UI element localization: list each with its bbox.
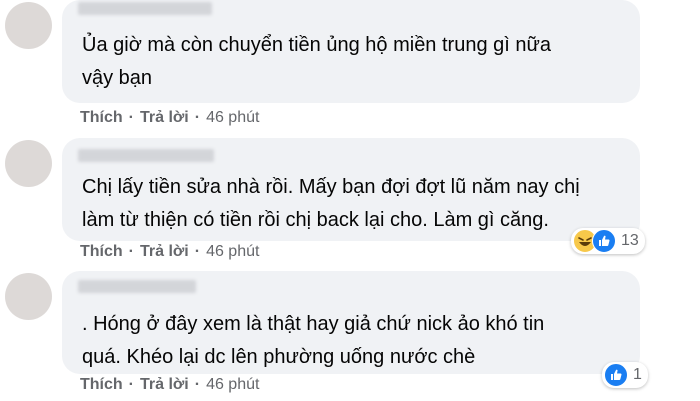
avatar[interactable] bbox=[5, 140, 52, 187]
reaction-summary[interactable]: 13 bbox=[571, 228, 645, 254]
separator: · bbox=[194, 376, 201, 393]
comment-bubble: . Hóng ở đây xem là thật hay giả chứ nic… bbox=[62, 271, 640, 374]
reply-action[interactable]: Trả lời bbox=[140, 243, 189, 261]
comment-text: Ủa giờ mà còn chuyển tiền ủng hộ miền tr… bbox=[82, 34, 552, 89]
comment-text: . Hóng ở đây xem là thật hay giả chứ nic… bbox=[82, 313, 545, 368]
separator: · bbox=[128, 109, 134, 126]
comment-actions: Thích · Trả lời · 46 phút bbox=[80, 243, 259, 261]
comment-bubble: Ủa giờ mà còn chuyển tiền ủng hộ miền tr… bbox=[62, 0, 640, 103]
reply-action[interactable]: Trả lời bbox=[140, 376, 189, 394]
reaction-count: 13 bbox=[621, 232, 639, 249]
reaction-count: 1 bbox=[633, 366, 642, 383]
comment-timestamp[interactable]: 46 phút bbox=[206, 243, 259, 261]
comment-timestamp[interactable]: 46 phút bbox=[206, 376, 259, 394]
like-icon bbox=[604, 363, 628, 387]
author-name-blurred[interactable] bbox=[78, 280, 196, 293]
avatar[interactable] bbox=[5, 273, 52, 320]
avatar[interactable] bbox=[5, 2, 52, 49]
like-icon bbox=[592, 229, 616, 253]
separator: · bbox=[128, 376, 134, 393]
comment-actions: Thích · Trả lời · 46 phút bbox=[80, 109, 259, 127]
comment-timestamp[interactable]: 46 phút bbox=[206, 109, 259, 127]
separator: · bbox=[128, 243, 134, 260]
like-action[interactable]: Thích bbox=[80, 243, 123, 261]
separator: · bbox=[194, 243, 201, 260]
separator: · bbox=[194, 109, 201, 126]
comment-actions: Thích · Trả lời · 46 phút bbox=[80, 376, 259, 394]
reply-action[interactable]: Trả lời bbox=[140, 109, 189, 127]
comment-text: Chị lấy tiền sửa nhà rồi. Mấy bạn đợi đợ… bbox=[82, 176, 580, 231]
like-action[interactable]: Thích bbox=[80, 376, 123, 394]
comment-bubble: Chị lấy tiền sửa nhà rồi. Mấy bạn đợi đợ… bbox=[62, 138, 640, 241]
reaction-summary[interactable]: 1 bbox=[602, 362, 648, 388]
author-name-blurred[interactable] bbox=[78, 2, 212, 15]
author-name-blurred[interactable] bbox=[78, 149, 214, 162]
like-action[interactable]: Thích bbox=[80, 109, 123, 127]
